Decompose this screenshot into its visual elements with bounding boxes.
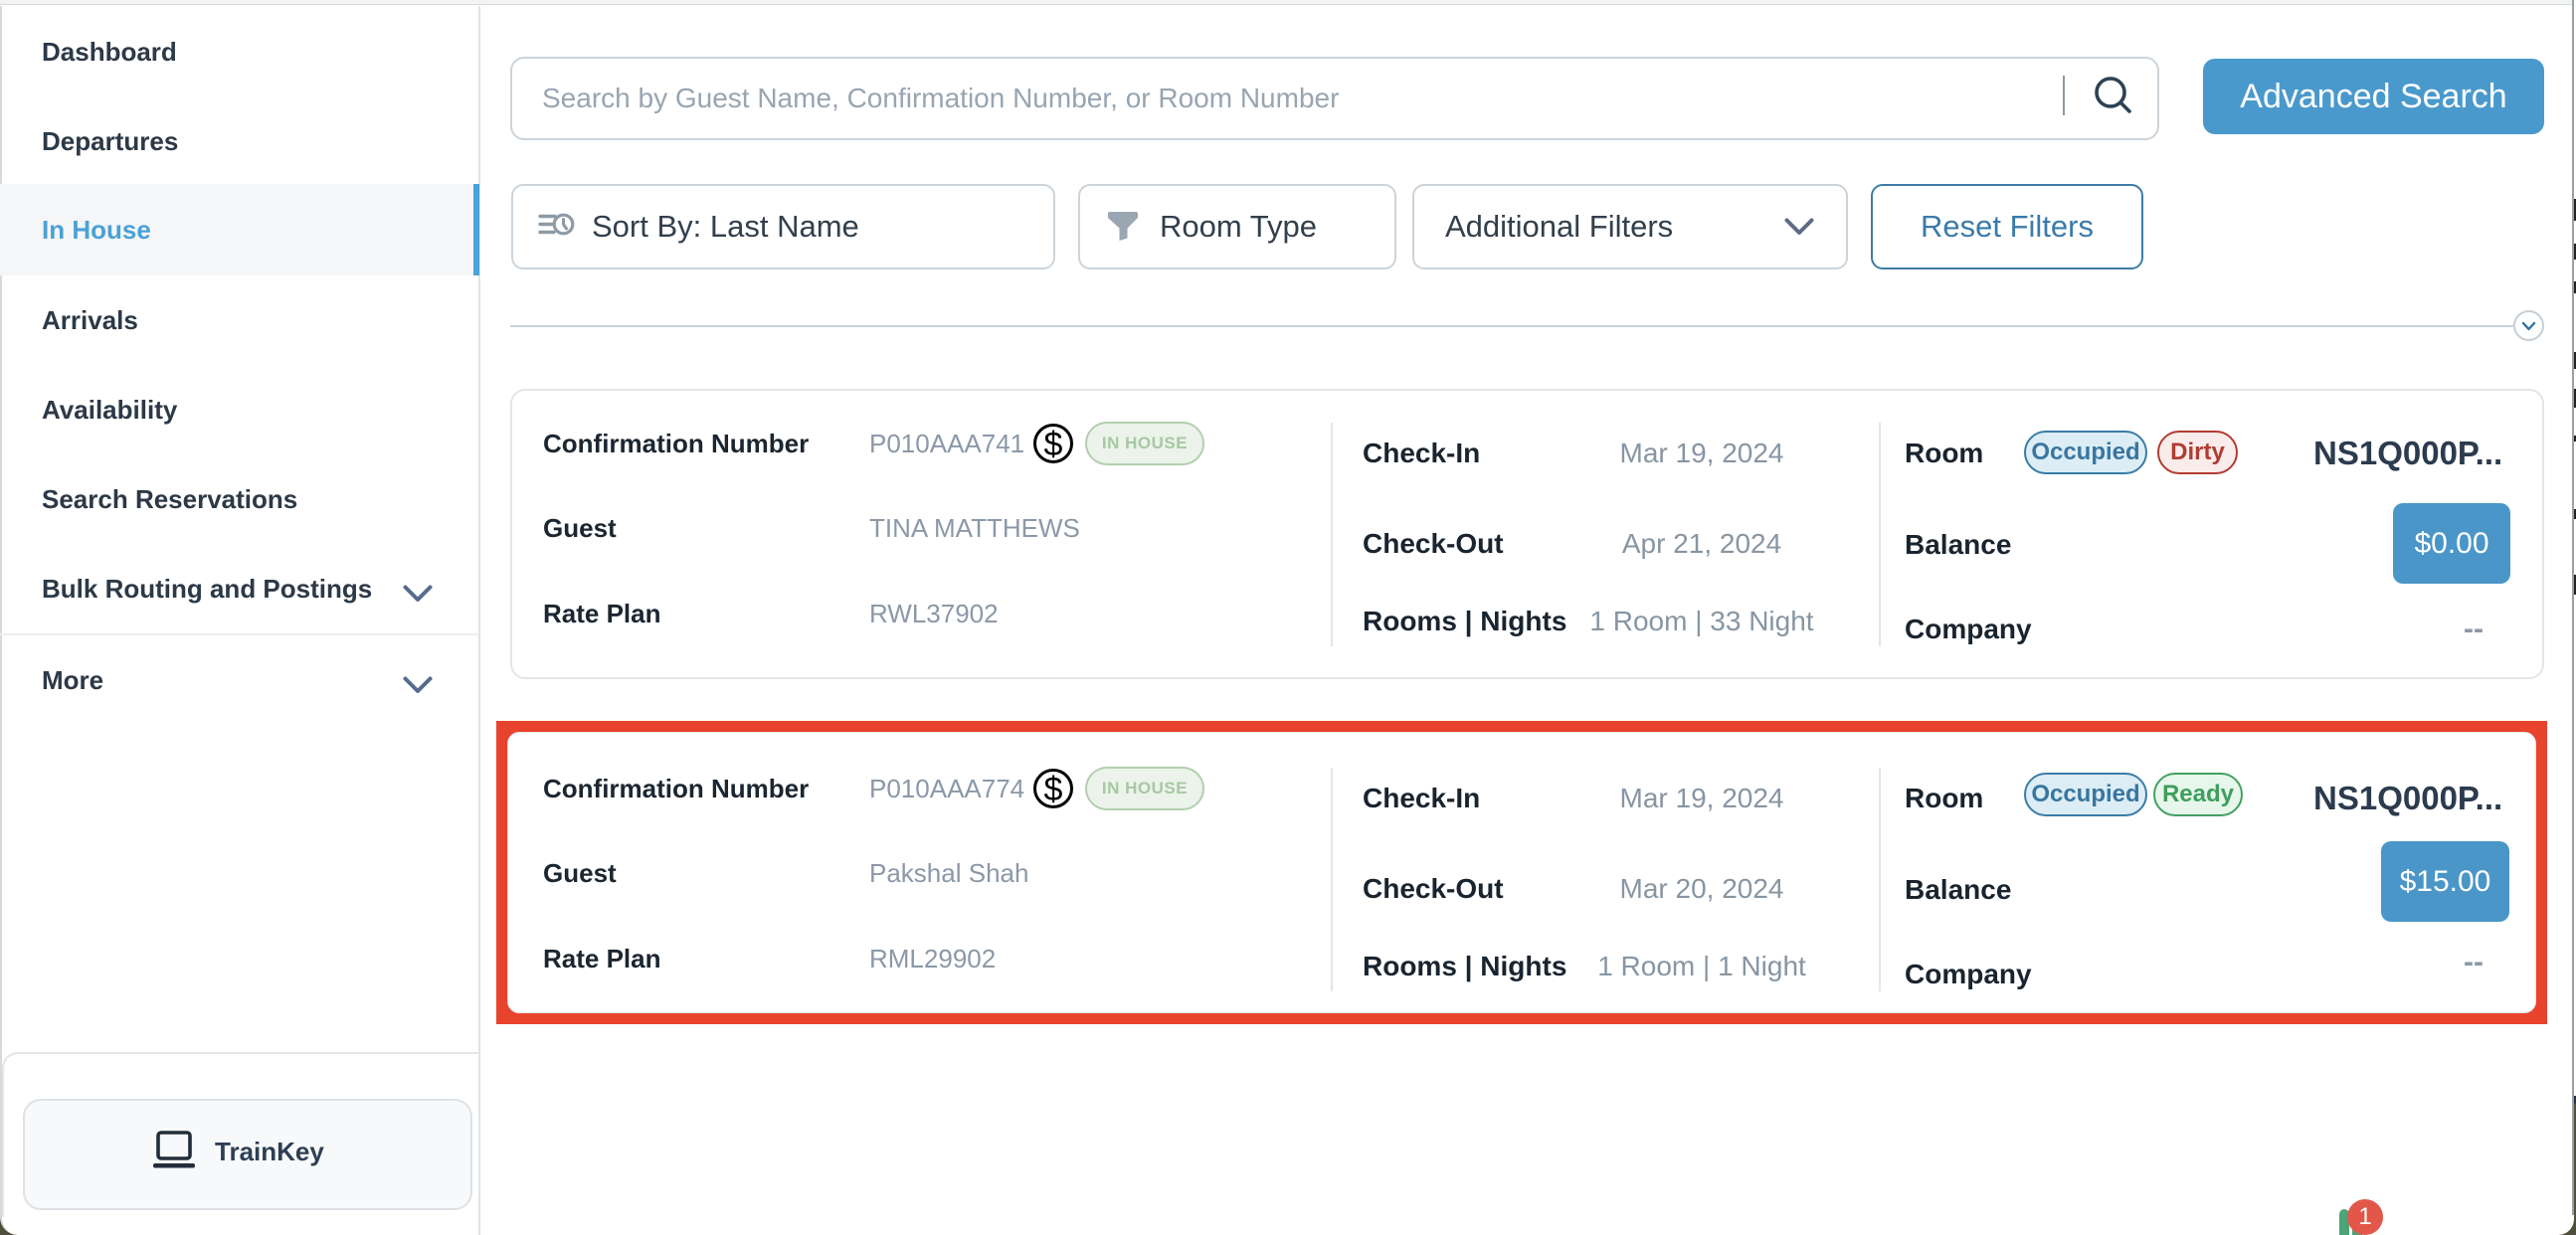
svg-text:$: $ — [1044, 771, 1063, 808]
svg-text:$: $ — [1044, 426, 1063, 463]
